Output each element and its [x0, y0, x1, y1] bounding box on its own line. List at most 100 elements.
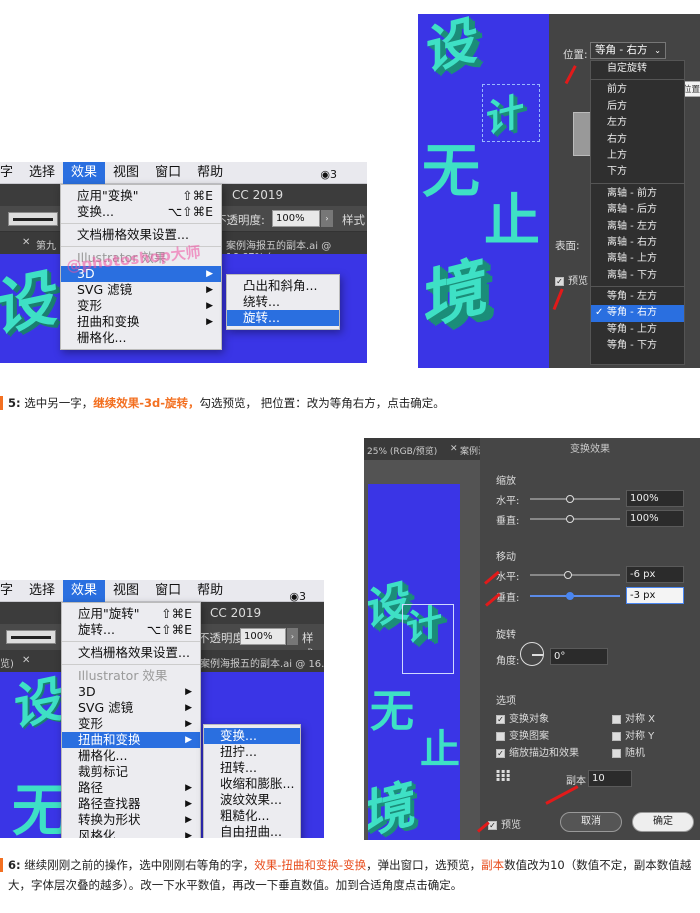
s2-angle-dial[interactable] — [520, 642, 544, 666]
s1-opt-off-right[interactable]: 离轴 - 右方 — [591, 235, 684, 251]
s1-opt-iso-left[interactable]: 等角 - 左方 — [591, 289, 684, 305]
s2-convert-shape-item[interactable]: 转换为形状 ▶ — [62, 812, 200, 828]
s1-opt-iso-right[interactable]: ✓ 等角 - 右方 — [591, 305, 684, 322]
s2-pucker-bloat[interactable]: 收缩和膨胀... — [204, 776, 300, 792]
s1-opt-top[interactable]: 上方 — [591, 148, 684, 164]
s1-opt-right[interactable]: 右方 — [591, 132, 684, 148]
s2-v-scale-knob[interactable] — [566, 515, 574, 523]
s2-menu-type[interactable]: 字 — [0, 580, 21, 602]
s1-warp-item[interactable]: 变形 ▶ — [61, 298, 221, 314]
s1-revolve[interactable]: 绕转... — [227, 294, 339, 310]
s2-v-scale-slider[interactable] — [530, 515, 620, 523]
s1-menu-view[interactable]: 视图 — [105, 162, 147, 184]
s2-copies-field[interactable]: 10 — [588, 770, 632, 787]
s2-v-move-knob[interactable] — [566, 592, 574, 600]
s1-tab-close-icon[interactable]: ✕ — [22, 237, 30, 248]
s2-free-distort[interactable]: 自由扭曲... — [204, 824, 300, 838]
s1-extrude-bevel[interactable]: 凸出和斜角... — [227, 278, 339, 294]
s1-apply-transform[interactable]: 应用"变换" ⇧⌘E — [61, 188, 221, 204]
s2-pucker[interactable]: 扭拧... — [204, 744, 300, 760]
s1-menu-type[interactable]: 字 — [0, 162, 21, 184]
s1-opt-off-left[interactable]: 离轴 - 左方 — [591, 219, 684, 235]
s1-rotate[interactable]: 旋转... — [227, 310, 339, 326]
s2-preview-checkbox[interactable]: ✓ 预览 — [488, 816, 521, 831]
s1-opt-off-top[interactable]: 离轴 - 上方 — [591, 251, 684, 267]
s2-zigzag[interactable]: 波纹效果... — [204, 792, 300, 808]
s2-h-scale-knob[interactable] — [566, 495, 574, 503]
s2-path-item[interactable]: 路径 ▶ — [62, 780, 200, 796]
s2-menu-window[interactable]: 窗口 — [147, 580, 189, 602]
s2-tab-1[interactable]: 览) — [0, 655, 14, 670]
s1-opt-left[interactable]: 左方 — [591, 115, 684, 131]
s1-opt-front[interactable]: 前方 — [591, 82, 684, 98]
s2-svg-item[interactable]: SVG 滤镜 ▶ — [62, 700, 200, 716]
s2-reflect-y-checkbox[interactable]: 对称 Y — [612, 727, 654, 742]
s2-3d-item[interactable]: 3D ▶ — [62, 684, 200, 700]
s2-opacity-field[interactable]: 100% — [240, 628, 286, 645]
s2-transform-objects-checkbox[interactable]: ✓ 变换对象 — [496, 710, 549, 725]
s2-menu-help[interactable]: 帮助 — [189, 580, 231, 602]
s2-scale-strokes-checkbox[interactable]: ✓ 缩放描边和效果 — [496, 744, 579, 759]
s2-h-scale-slider[interactable] — [530, 495, 620, 503]
s2-roughen[interactable]: 粗糙化... — [204, 808, 300, 824]
s2-v-move-field[interactable]: -3 px — [626, 587, 684, 604]
s2-menu-view[interactable]: 视图 — [105, 580, 147, 602]
s2-rotate-item[interactable]: 旋转... ⌥⇧⌘E — [62, 622, 200, 638]
s2-v-move-slider[interactable] — [530, 592, 620, 600]
s2-crop-marks-item[interactable]: 裁剪标记 — [62, 764, 200, 780]
s2-h-move-knob[interactable] — [564, 571, 572, 579]
s2-angle-field[interactable]: 0° — [550, 648, 608, 665]
s2-reference-point-icon[interactable]: ▪▪▪ ▪▪▪ ▪▪▪ — [496, 769, 510, 783]
s2-h-scale-field[interactable]: 100% — [626, 490, 684, 507]
s2-h-move-label: 水平: — [496, 572, 520, 583]
s1-opt-off-front[interactable]: 离轴 - 前方 — [591, 186, 684, 202]
s2-app-version: CC 2019 — [210, 606, 262, 620]
s2-menu-effect[interactable]: 效果 — [63, 580, 106, 602]
s1-opt-iso-bottom[interactable]: 等角 - 下方 — [591, 338, 684, 354]
s1-opt-off-back[interactable]: 离轴 - 后方 — [591, 202, 684, 218]
s1-menu-window[interactable]: 窗口 — [147, 162, 189, 184]
s2-raster-settings[interactable]: 文档栅格效果设置... — [62, 645, 200, 661]
s1-opt-iso-top[interactable]: 等角 - 上方 — [591, 322, 684, 338]
s2-doc-tab[interactable]: 25% (RGB/预览) — [367, 444, 437, 457]
s2-transform-patterns-checkbox[interactable]: 变换图案 — [496, 727, 549, 742]
s2-menu-select[interactable]: 选择 — [21, 580, 63, 602]
s1-menu-effect[interactable]: 效果 — [63, 162, 106, 184]
s1-svg-item[interactable]: SVG 滤镜 ▶ — [61, 282, 221, 298]
s1-position-select[interactable]: 等角 - 右方 ⌄ — [590, 42, 666, 59]
s2-pathfinder-item[interactable]: 路径查找器 ▶ — [62, 796, 200, 812]
s1-opacity-field[interactable]: 100% — [272, 210, 320, 227]
s2-v-scale-field[interactable]: 100% — [626, 510, 684, 527]
s2-apply-rotate[interactable]: 应用"旋转" ⇧⌘E — [62, 606, 200, 622]
s2-stylize-item[interactable]: 风格化 ▶ — [62, 828, 200, 838]
s1-stroke-preview[interactable] — [8, 212, 58, 226]
s2-cancel-button[interactable]: 取消 — [560, 812, 622, 832]
s2-tab-close-icon[interactable]: ✕ — [22, 655, 30, 666]
s2-twist[interactable]: 扭转... — [204, 760, 300, 776]
s2-doc-tab-close-icon[interactable]: ✕ — [450, 444, 458, 454]
s2-random-checkbox[interactable]: 随机 — [612, 744, 645, 759]
s2-h-move-field[interactable]: -6 px — [626, 566, 684, 583]
s2-transform[interactable]: 变换... — [204, 728, 300, 744]
s2-distort-item[interactable]: 扭曲和变换 ▶ — [62, 732, 200, 748]
s2-tab-2[interactable]: 案例海报五的副本.ai @ 16.67% ( — [200, 655, 324, 670]
s1-tab-1[interactable]: 第九 — [36, 237, 56, 252]
s1-transform-item[interactable]: 变换... ⌥⇧⌘E — [61, 204, 221, 220]
s2-reflect-x-checkbox[interactable]: 对称 X — [612, 710, 655, 725]
s1-menu-select[interactable]: 选择 — [21, 162, 63, 184]
s2-opacity-arrow[interactable]: › — [287, 628, 298, 645]
s2-warp-item[interactable]: 变形 ▶ — [62, 716, 200, 732]
s1-opt-off-bottom[interactable]: 离轴 - 下方 — [591, 268, 684, 284]
s1-preview-checkbox[interactable]: ✓ 预览 — [555, 272, 588, 287]
s1-rasterize-item[interactable]: 栅格化... — [61, 330, 221, 346]
s2-stroke-preview[interactable] — [6, 630, 56, 644]
s1-menu-help[interactable]: 帮助 — [189, 162, 231, 184]
s1-distort-item[interactable]: 扭曲和变换 ▶ — [61, 314, 221, 330]
s1-opt-back[interactable]: 后方 — [591, 99, 684, 115]
s1-opacity-arrow[interactable]: › — [321, 210, 333, 227]
s1-opt-bottom[interactable]: 下方 — [591, 164, 684, 180]
s2-ok-button[interactable]: 确定 — [632, 812, 694, 832]
s1-opt-custom[interactable]: 自定旋转 — [591, 61, 684, 77]
s2-rasterize-item[interactable]: 栅格化... — [62, 748, 200, 764]
s2-h-move-slider[interactable] — [530, 571, 620, 579]
